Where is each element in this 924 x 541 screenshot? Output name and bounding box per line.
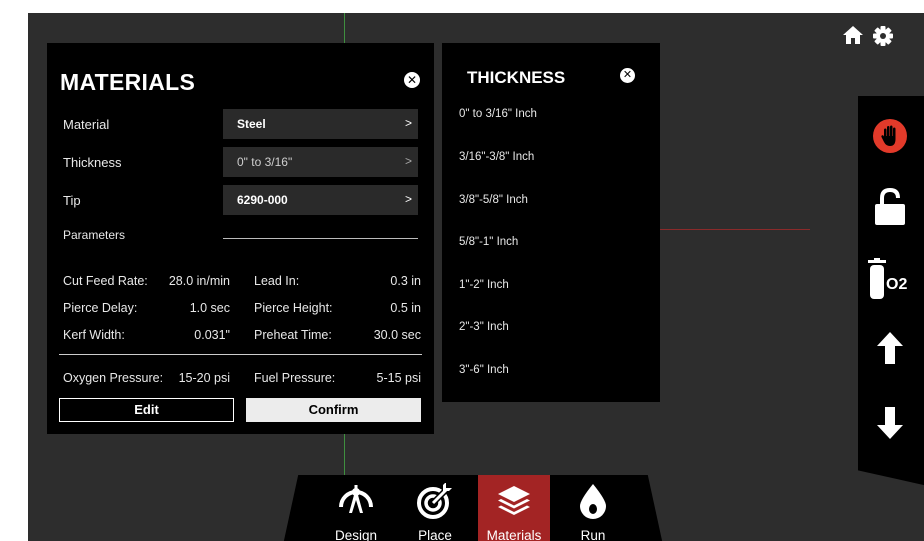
material-value: Steel	[237, 117, 266, 131]
thickness-title: THICKNESS	[467, 68, 566, 87]
tip-selector[interactable]: Tip 6290-000 >	[63, 185, 418, 215]
canvas-grid-axis	[344, 433, 345, 478]
fuel-pressure-label: Fuel Pressure:	[254, 371, 336, 385]
thickness-option[interactable]: 3/16"-3/8" Inch	[459, 151, 534, 163]
oxygen-pressure-label: Oxygen Pressure:	[63, 371, 164, 385]
thickness-select[interactable]: 0" to 3/16" >	[223, 147, 418, 177]
nav-run[interactable]: Run	[557, 475, 629, 541]
thickness-selector[interactable]: Thickness 0" to 3/16" >	[63, 147, 418, 177]
bottom-nav: Design Place Materials Run	[283, 475, 663, 541]
cut-feed-rate-value: 28.0 in/min	[168, 274, 230, 288]
parameters-label: Parameters	[63, 228, 126, 242]
close-icon[interactable]: ✕	[404, 72, 420, 88]
oxygen-tank-icon[interactable]: O2	[866, 256, 914, 305]
thickness-option[interactable]: 0" to 3/16" Inch	[459, 108, 537, 120]
fuel-pressure-value: 5-15 psi	[376, 371, 421, 385]
cut-feed-rate-label: Cut Feed Rate:	[63, 274, 148, 288]
edit-button[interactable]: Edit	[59, 398, 234, 422]
chevron-right-icon: >	[404, 154, 412, 168]
tip-select[interactable]: 6290-000 >	[223, 185, 418, 215]
thickness-panel: THICKNESS ✕ 0" to 3/16" Inch 3/16"-3/8" …	[442, 43, 660, 402]
pierce-height-value: 0.5 in	[390, 301, 421, 315]
nav-design-label: Design	[334, 528, 378, 541]
chevron-right-icon: >	[404, 116, 412, 130]
nav-design[interactable]: Design	[320, 475, 392, 541]
close-icon[interactable]: ✕	[620, 68, 635, 83]
tip-label: Tip	[63, 193, 81, 208]
params-divider	[59, 354, 422, 355]
material-label: Material	[63, 117, 110, 132]
top-toolbar	[842, 25, 894, 47]
home-icon[interactable]	[842, 25, 864, 47]
right-toolbar: O2	[858, 96, 924, 486]
canvas-grid-axis	[344, 13, 345, 43]
layers-icon	[498, 486, 530, 515]
preheat-time-label: Preheat Time:	[254, 328, 332, 342]
o2-label: O2	[886, 276, 907, 293]
pierce-delay-value: 1.0 sec	[189, 301, 230, 315]
unlock-icon[interactable]	[873, 186, 907, 231]
kerf-width-label: Kerf Width:	[63, 328, 125, 342]
tip-value: 6290-000	[237, 193, 288, 207]
design-icon	[339, 485, 373, 513]
app-canvas: MATERIALS ✕ Material Steel > Thickness 0…	[28, 13, 924, 541]
thickness-option[interactable]: 5/8"-1" Inch	[459, 236, 518, 248]
thickness-option[interactable]: 2"-3" Inch	[459, 321, 509, 333]
nav-materials-label: Materials	[486, 528, 542, 541]
parameters-divider	[223, 238, 418, 239]
pierce-delay-label: Pierce Delay:	[63, 301, 138, 315]
thickness-option[interactable]: 3"-6" Inch	[459, 364, 509, 376]
arrow-down-icon[interactable]	[876, 406, 904, 445]
materials-title: MATERIALS	[60, 69, 196, 95]
material-selector[interactable]: Material Steel >	[63, 109, 418, 139]
oxygen-pressure-value: 15-20 psi	[178, 371, 230, 385]
thickness-label: Thickness	[63, 155, 122, 170]
preheat-time-value: 30.0 sec	[373, 328, 421, 342]
nav-run-label: Run	[580, 528, 606, 541]
materials-panel: MATERIALS ✕ Material Steel > Thickness 0…	[47, 43, 434, 434]
nav-place-label: Place	[418, 528, 452, 541]
thickness-option[interactable]: 3/8"-5/8" Inch	[459, 194, 528, 206]
kerf-width-value: 0.031"	[194, 328, 230, 342]
thickness-value: 0" to 3/16"	[237, 155, 293, 169]
material-select[interactable]: Steel >	[223, 109, 418, 139]
stop-hand-icon[interactable]	[872, 118, 908, 159]
lead-in-value: 0.3 in	[390, 274, 421, 288]
pierce-height-label: Pierce Height:	[254, 301, 333, 315]
nav-place[interactable]: Place	[399, 475, 471, 541]
confirm-button[interactable]: Confirm	[246, 398, 421, 422]
canvas-grid-axis	[660, 229, 810, 230]
thickness-option[interactable]: 1"-2" Inch	[459, 279, 509, 291]
lead-in-label: Lead In:	[254, 274, 300, 288]
gear-icon[interactable]	[872, 25, 894, 47]
flame-icon	[580, 484, 606, 519]
arrow-up-icon[interactable]	[876, 331, 904, 370]
nav-materials[interactable]: Materials	[478, 475, 550, 541]
target-icon	[417, 483, 452, 519]
chevron-right-icon: >	[404, 192, 412, 206]
